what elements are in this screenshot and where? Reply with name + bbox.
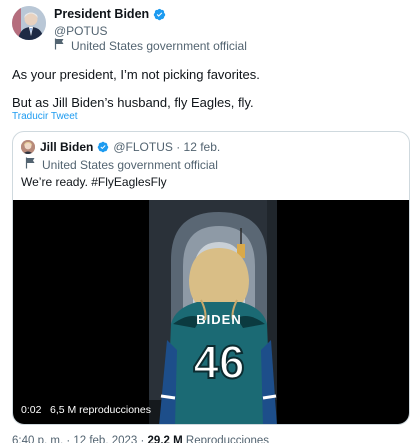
- government-label-row: United States government official: [54, 38, 247, 53]
- quoted-author-name[interactable]: Jill Biden: [40, 140, 93, 154]
- author-handle[interactable]: @POTUS: [54, 24, 108, 38]
- video-frame: BIDEN 46: [149, 200, 277, 424]
- government-label[interactable]: United States government official: [71, 39, 247, 53]
- video-duration: 0:02: [21, 404, 42, 416]
- tweet-header: President Biden @POTUS: [12, 6, 408, 42]
- tweet-timestamp[interactable]: 6:40 p. m. · 12 feb. 2023 ·: [12, 435, 148, 443]
- quoted-tweet[interactable]: Jill Biden @FLOTUS · 12 feb. United Stat…: [12, 131, 410, 425]
- quoted-government-label[interactable]: United States government official: [42, 158, 218, 172]
- author-name-row: President Biden: [54, 7, 166, 21]
- government-flag-icon: [54, 38, 65, 53]
- tweet-text-line-2: But as Jill Biden’s husband, fly Eagles,…: [12, 95, 254, 110]
- video-player[interactable]: BIDEN 46 0:02 6,5 M reproducciones: [13, 200, 409, 424]
- quoted-tweet-text: We’re ready. #FlyEaglesFly: [21, 175, 167, 189]
- flotus-avatar[interactable]: [21, 140, 35, 154]
- tweet-metadata: 6:40 p. m. · 12 feb. 2023 · 29,2 M Repro…: [12, 435, 269, 443]
- quoted-government-label-row: United States government official: [25, 157, 218, 172]
- jersey-name: BIDEN: [196, 312, 241, 327]
- verified-badge-icon: [97, 141, 109, 153]
- tweet-views-label: Reproducciones: [182, 435, 270, 443]
- tweet-text-line-1: As your president, I’m not picking favor…: [12, 67, 260, 82]
- translate-tweet-link[interactable]: Traducir Tweet: [12, 111, 78, 122]
- government-flag-icon: [25, 157, 36, 172]
- quoted-author-row: Jill Biden @FLOTUS · 12 feb.: [40, 140, 220, 154]
- potus-avatar[interactable]: [12, 6, 46, 40]
- jersey-number: 46: [193, 336, 244, 388]
- verified-badge-icon: [153, 8, 166, 21]
- quoted-handle-date[interactable]: @FLOTUS · 12 feb.: [113, 140, 220, 154]
- video-views: 6,5 M reproducciones: [50, 404, 151, 416]
- author-name[interactable]: President Biden: [54, 7, 149, 21]
- tweet-views-count: 29,2 M: [147, 435, 183, 443]
